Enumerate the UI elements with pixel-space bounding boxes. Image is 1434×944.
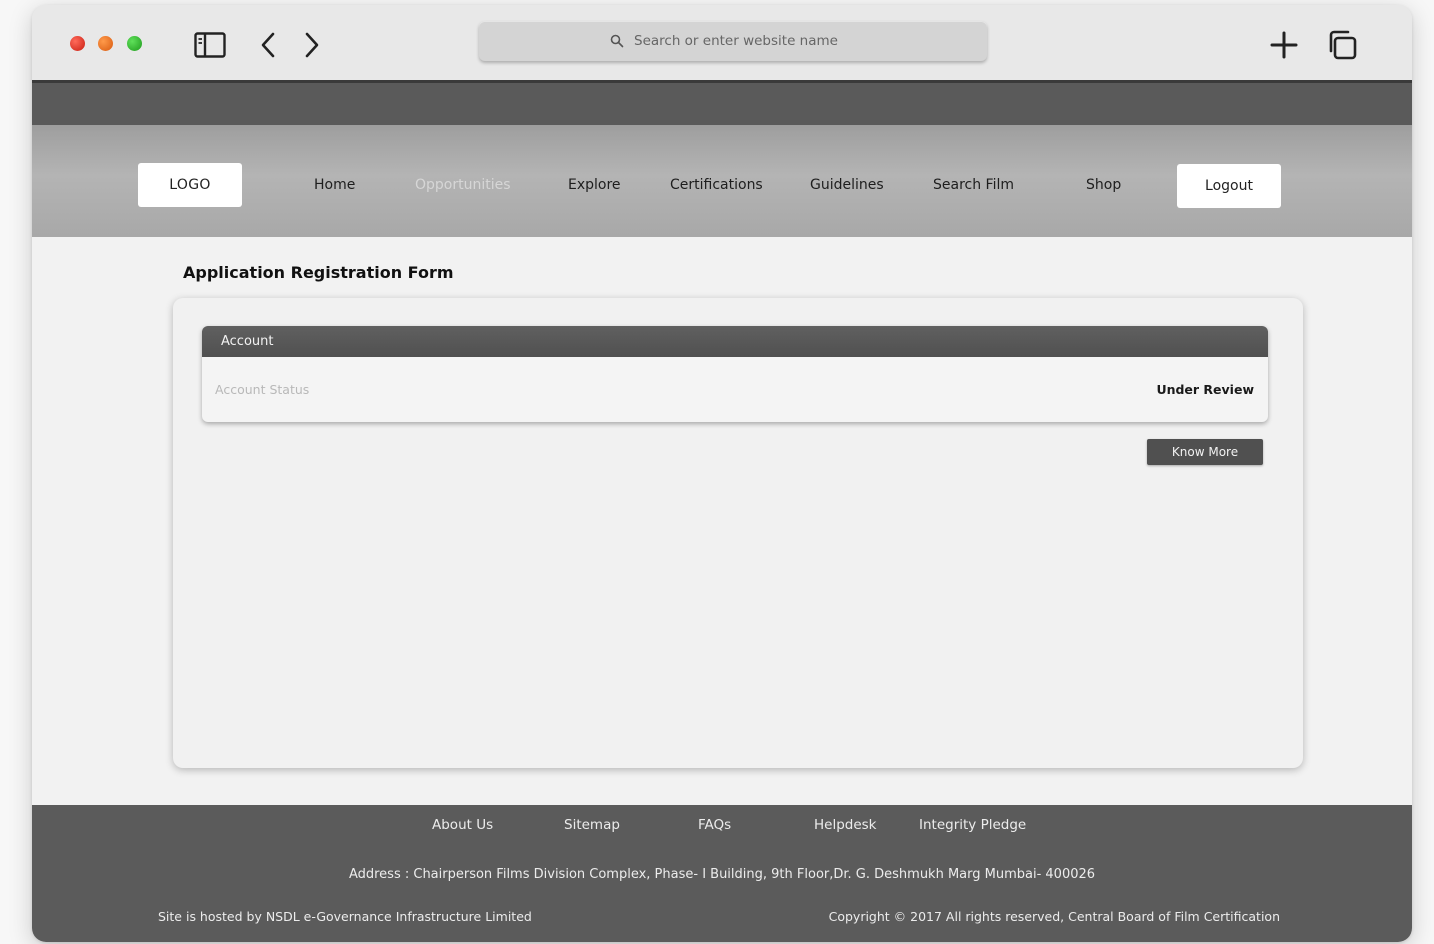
- account-panel: Account Account Status Under Review: [202, 326, 1268, 422]
- footer-link-faqs[interactable]: FAQs: [698, 817, 731, 833]
- nav-item-explore[interactable]: Explore: [568, 177, 621, 193]
- footer-copyright: Copyright © 2017 All rights reserved, Ce…: [828, 909, 1280, 924]
- nav-item-home[interactable]: Home: [314, 177, 355, 193]
- nav-item-guidelines[interactable]: Guidelines: [810, 177, 884, 193]
- logout-button[interactable]: Logout: [1177, 164, 1281, 208]
- tabs-overview-icon[interactable]: [1324, 27, 1360, 63]
- sidebar-toggle-icon[interactable]: [192, 27, 228, 63]
- address-input[interactable]: [632, 32, 856, 50]
- forward-chevron-icon[interactable]: [294, 27, 330, 63]
- nav-item-certifications[interactable]: Certifications: [670, 177, 763, 193]
- account-panel-header: Account: [202, 326, 1268, 357]
- nav-item-search-film[interactable]: Search Film: [933, 177, 1014, 193]
- registration-form-card: Account Account Status Under Review Know…: [173, 298, 1303, 768]
- footer-hosted-by: Site is hosted by NSDL e-Governance Infr…: [158, 909, 532, 924]
- top-banner-band: [32, 83, 1412, 125]
- back-chevron-icon[interactable]: [250, 27, 286, 63]
- site-logo[interactable]: LOGO: [138, 163, 242, 207]
- new-tab-plus-icon[interactable]: [1266, 27, 1302, 63]
- browser-window: LOGO Home Opportunities Explore Certific…: [32, 5, 1412, 942]
- footer-link-helpdesk[interactable]: Helpdesk: [814, 817, 877, 833]
- footer-link-sitemap[interactable]: Sitemap: [564, 817, 620, 833]
- account-status-value: Under Review: [1156, 382, 1254, 397]
- page-title: Application Registration Form: [183, 263, 454, 282]
- minimize-window-button[interactable]: [98, 36, 113, 51]
- footer-address: Address : Chairperson Films Division Com…: [348, 867, 1096, 882]
- account-status-label: Account Status: [215, 382, 310, 397]
- know-more-button[interactable]: Know More: [1147, 439, 1263, 465]
- footer-link-about-us[interactable]: About Us: [432, 817, 493, 833]
- browser-toolbar: [32, 5, 1412, 83]
- site-footer: About Us Sitemap FAQs Helpdesk Integrity…: [32, 805, 1412, 942]
- nav-item-opportunities[interactable]: Opportunities: [415, 177, 511, 193]
- main-content: Application Registration Form Account Ac…: [32, 237, 1412, 807]
- search-icon: [610, 34, 624, 48]
- address-bar[interactable]: [479, 21, 987, 61]
- maximize-window-button[interactable]: [127, 36, 142, 51]
- close-window-button[interactable]: [70, 36, 85, 51]
- site-navbar: LOGO Home Opportunities Explore Certific…: [32, 125, 1412, 237]
- footer-link-integrity-pledge[interactable]: Integrity Pledge: [919, 817, 1026, 833]
- nav-item-shop[interactable]: Shop: [1086, 177, 1121, 193]
